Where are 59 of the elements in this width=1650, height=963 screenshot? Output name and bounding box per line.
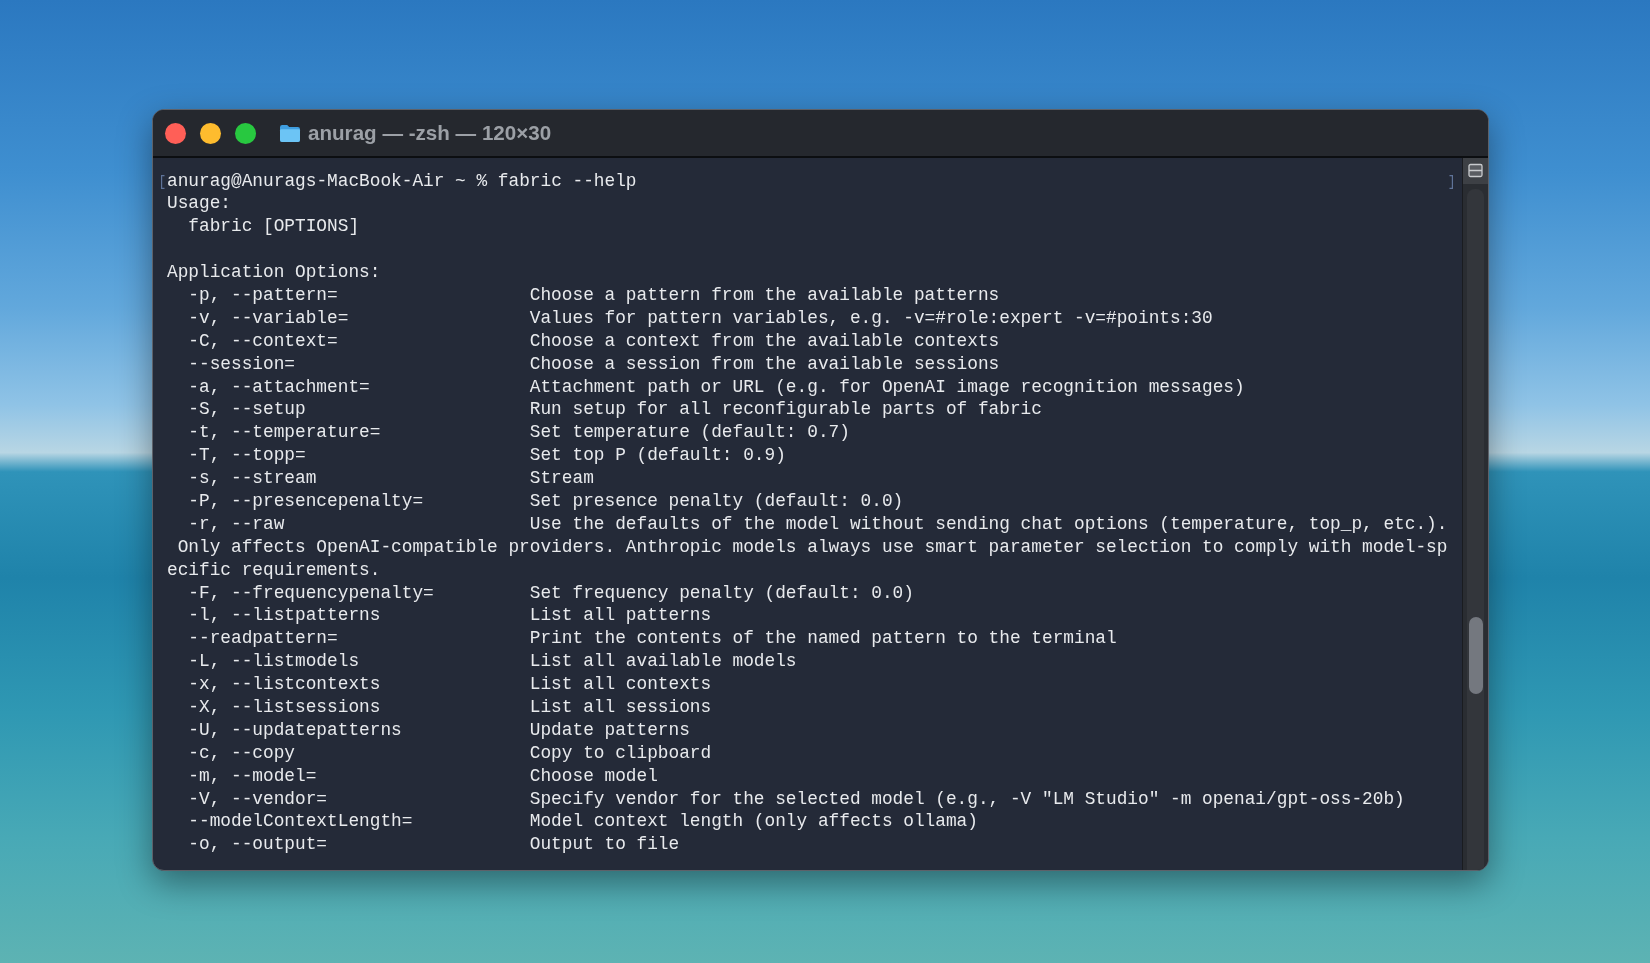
option-name: --session= (188, 352, 296, 376)
option-description: Print the contents of the named pattern to the terminal (529, 627, 1117, 651)
close-button[interactable] (165, 122, 186, 144)
option-name: -m, --model= (188, 764, 317, 788)
option-description: Specify vendor for the selected model (e.g., -V "LM Studio" -m openai/gpt-oss-20b) (529, 787, 1405, 811)
command-prompt: anurag@Anurags-MacBook-Air ~ % fabric --help (167, 170, 637, 191)
folder-icon (279, 123, 301, 143)
option-description: List all contexts (529, 673, 712, 696)
option-name: -S, --setup (188, 398, 306, 422)
output-text: Usage: (167, 193, 232, 214)
option-name: -V, --vendor= (188, 787, 328, 811)
option-name: -X, --listsessions (188, 696, 381, 719)
option-name: -t, --temperature= (188, 421, 381, 445)
option-description: Choose a pattern from the available patterns (529, 283, 1000, 307)
option-name: -F, --frequencypenalty= (188, 581, 434, 605)
option-name: --readpattern= (188, 627, 338, 651)
option-name: -s, --stream (188, 467, 317, 490)
option-description: Set temperature (default: 0.7) (529, 421, 850, 445)
option-description: Model context length (only affects ollama) (529, 810, 978, 834)
option-description: Stream (529, 467, 594, 490)
option-description: List all available models (529, 650, 797, 674)
option-name: -c, --copy (188, 741, 296, 765)
option-name: -p, --pattern= (188, 283, 338, 307)
option-name: -C, --context= (188, 329, 338, 353)
option-name: -P, --presencepenalty= (188, 489, 424, 513)
option-name: -U, --updatepatterns (188, 718, 402, 742)
option-name: -x, --listcontexts (188, 673, 381, 696)
zoom-button[interactable] (235, 122, 256, 144)
output-text: fabric [OPTIONS] (188, 216, 360, 237)
option-description: Run setup for all reconfigurable parts of fabric (529, 398, 1042, 422)
option-name: -v, --variable= (188, 306, 349, 330)
output-text: Application Options: (167, 262, 381, 283)
option-description: Attachment path or URL (e.g. for OpenAI image recognition messages) (529, 375, 1245, 399)
option-description: Use the defaults of the model without sending chat options (temperature, top_p, etc.). (529, 512, 1448, 536)
option-description: Output to file (529, 833, 680, 857)
option-name: -l, --listpatterns (188, 604, 381, 628)
option-name: -L, --listmodels (188, 650, 360, 674)
option-description: Set presence penalty (default: 0.0) (529, 489, 904, 513)
option-description: Set top P (default: 0.9) (529, 444, 786, 468)
option-description: Values for pattern variables, e.g. -v=#role:expert -v=#points:30 (529, 306, 1213, 330)
option-name: --modelContextLength= (188, 810, 413, 834)
window-title: anurag — -zsh — 120×30 (308, 121, 552, 145)
output-text: Only affects OpenAI-compatible providers. Anthropic models always use smart parameter selection to comply with model-sp (177, 536, 1448, 557)
option-name: -o, --output= (188, 833, 328, 857)
option-description: Update patterns (529, 718, 690, 742)
option-description: Set frequency penalty (default: 0.0) (529, 581, 914, 605)
option-description: Choose model (529, 764, 658, 788)
scrollbar-thumb[interactable] (1468, 617, 1483, 694)
option-name: -T, --topp= (188, 444, 306, 468)
output-text: ecific requirements. (167, 559, 381, 580)
option-name: -a, --attachment= (188, 375, 370, 399)
minimize-button[interactable] (200, 122, 221, 144)
option-name: -r, --raw (188, 512, 285, 536)
option-description: Copy to clipboard (529, 741, 712, 765)
split-pane-icon[interactable] (1463, 158, 1488, 184)
option-description: Choose a context from the available contexts (529, 329, 1000, 353)
option-description: List all sessions (529, 696, 712, 719)
option-description: List all patterns (529, 604, 712, 628)
option-description: Choose a session from the available sessions (529, 352, 1000, 376)
